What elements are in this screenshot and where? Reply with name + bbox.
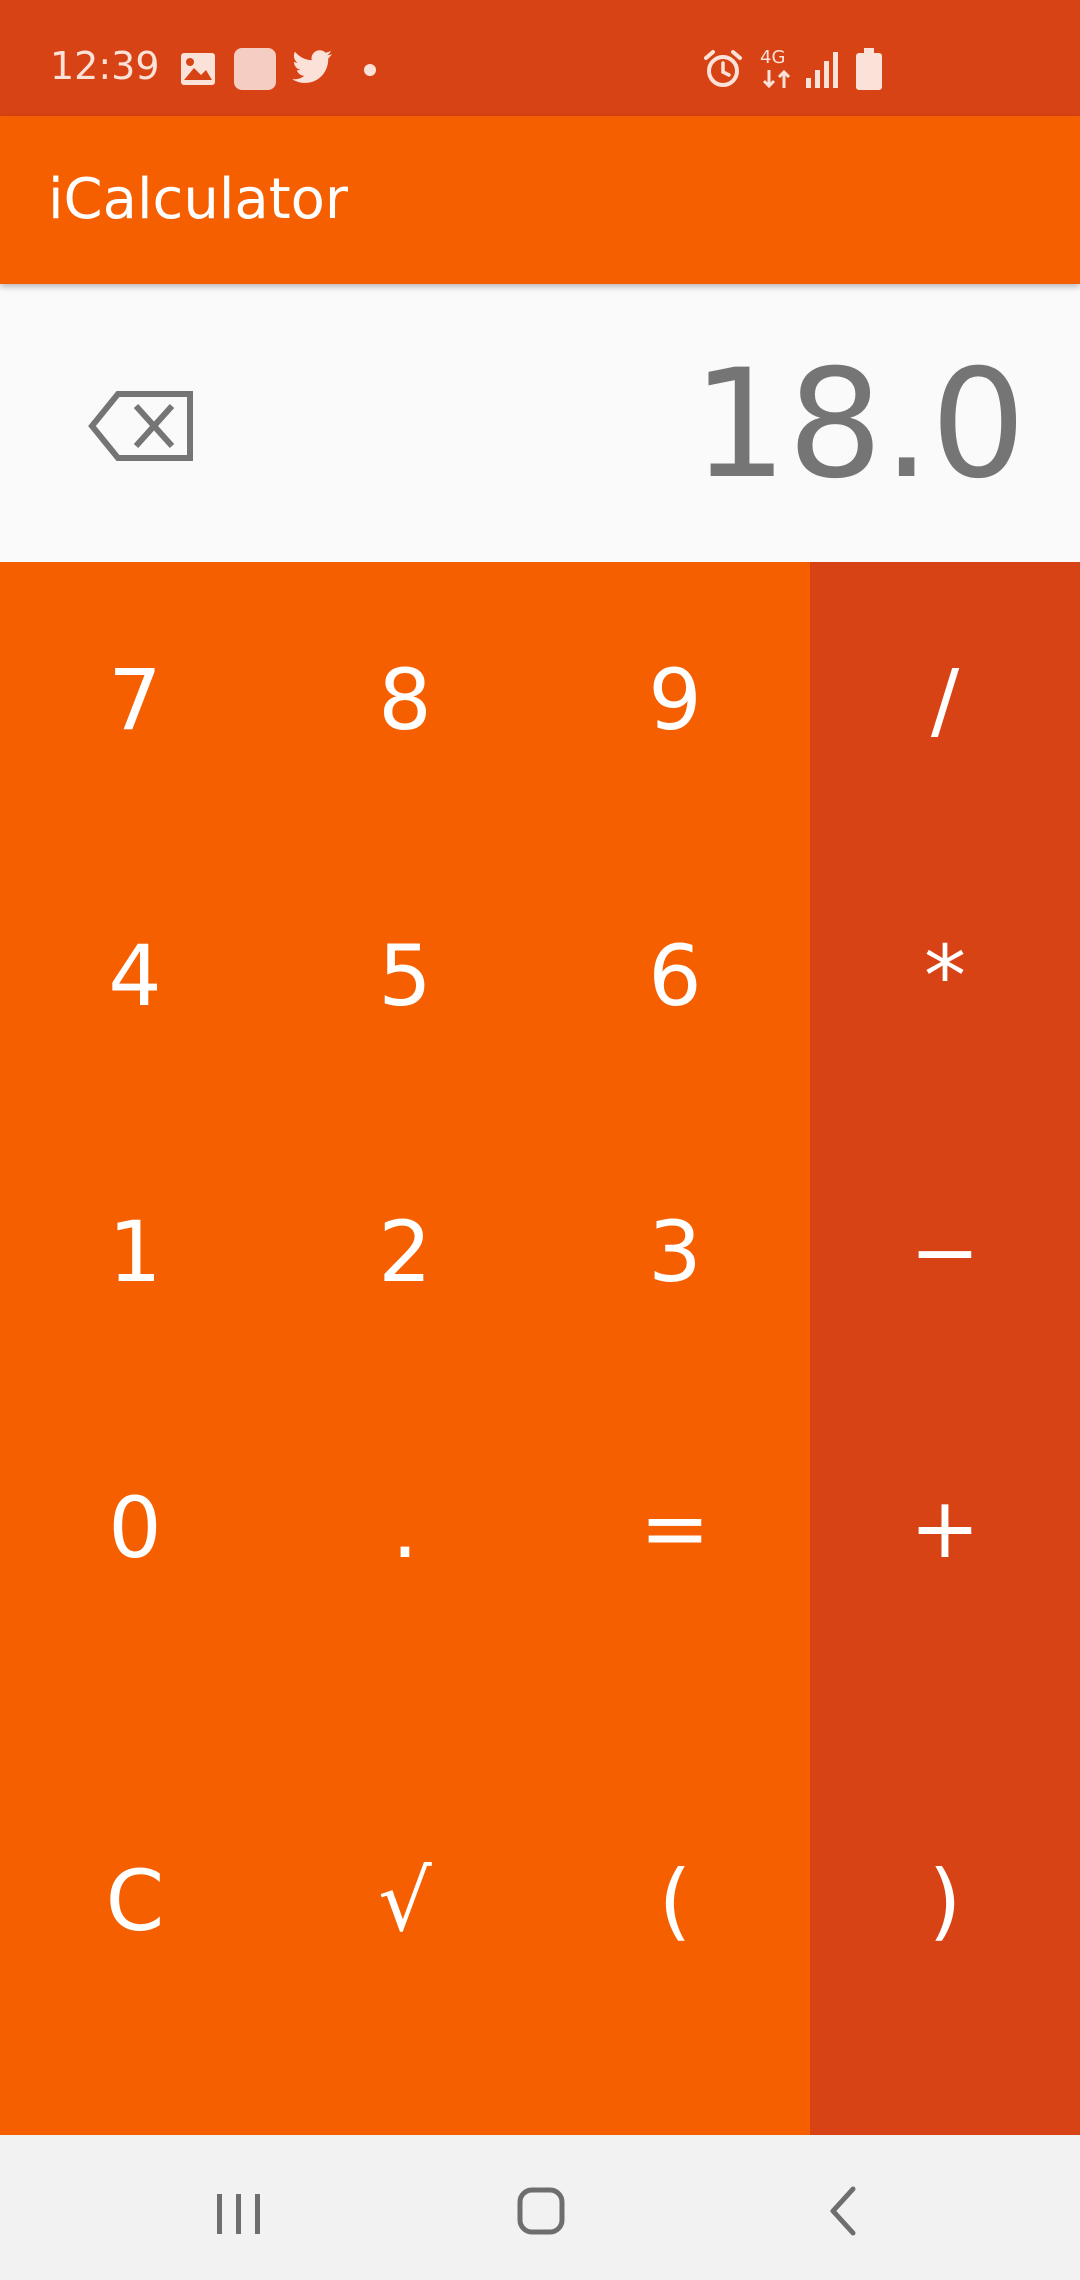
- app-bar: iCalculator: [0, 116, 1080, 284]
- battery-icon: [856, 48, 882, 94]
- network-label: 4G: [760, 47, 786, 68]
- backspace-icon[interactable]: [88, 390, 194, 462]
- calculator-screen: 12:39 4G iCalculator 18.0 7 8 9 4 5 6 1 …: [0, 0, 1080, 2280]
- app-title: iCalculator: [48, 167, 348, 232]
- operator-keys-panel: / * − + ): [810, 562, 1080, 2135]
- key-sqrt[interactable]: √: [270, 1666, 540, 2135]
- back-icon[interactable]: [798, 2175, 888, 2245]
- key-subtract[interactable]: −: [810, 1114, 1080, 1390]
- key-1[interactable]: 1: [0, 1114, 270, 1390]
- key-5[interactable]: 5: [270, 838, 540, 1114]
- key-divide[interactable]: /: [810, 562, 1080, 838]
- alarm-icon: [702, 48, 744, 94]
- key-6[interactable]: 6: [540, 838, 810, 1114]
- key-close-paren[interactable]: ): [810, 1666, 1080, 2135]
- home-icon[interactable]: [496, 2175, 586, 2245]
- keypad: 7 8 9 4 5 6 1 2 3 0 . = C √ ( / * − + ): [0, 562, 1080, 2135]
- status-bar: 12:39 4G: [0, 0, 1080, 116]
- key-4[interactable]: 4: [0, 838, 270, 1114]
- key-decimal[interactable]: .: [270, 1390, 540, 1666]
- key-multiply[interactable]: *: [810, 838, 1080, 1114]
- key-8[interactable]: 8: [270, 562, 540, 838]
- recent-apps-icon[interactable]: [194, 2175, 284, 2245]
- key-3[interactable]: 3: [540, 1114, 810, 1390]
- gallery-icon: [180, 52, 216, 90]
- key-open-paren[interactable]: (: [540, 1666, 810, 2135]
- key-0[interactable]: 0: [0, 1390, 270, 1666]
- status-time: 12:39: [50, 44, 160, 88]
- number-keys-panel: 7 8 9 4 5 6 1 2 3 0 . = C √ (: [0, 562, 810, 2135]
- key-2[interactable]: 2: [270, 1114, 540, 1390]
- signal-icon: [806, 52, 840, 92]
- display-value: 18.0: [692, 338, 1026, 512]
- dot-icon: [363, 62, 377, 81]
- key-equals[interactable]: =: [540, 1390, 810, 1666]
- network-4g-icon: 4G: [760, 48, 794, 92]
- key-add[interactable]: +: [810, 1390, 1080, 1666]
- key-9[interactable]: 9: [540, 562, 810, 838]
- navigation-bar: [0, 2135, 1080, 2280]
- app-square-icon: [234, 48, 276, 94]
- key-7[interactable]: 7: [0, 562, 270, 838]
- key-clear[interactable]: C: [0, 1666, 270, 2135]
- calculator-display: 18.0: [0, 284, 1080, 562]
- twitter-icon: [292, 50, 334, 90]
